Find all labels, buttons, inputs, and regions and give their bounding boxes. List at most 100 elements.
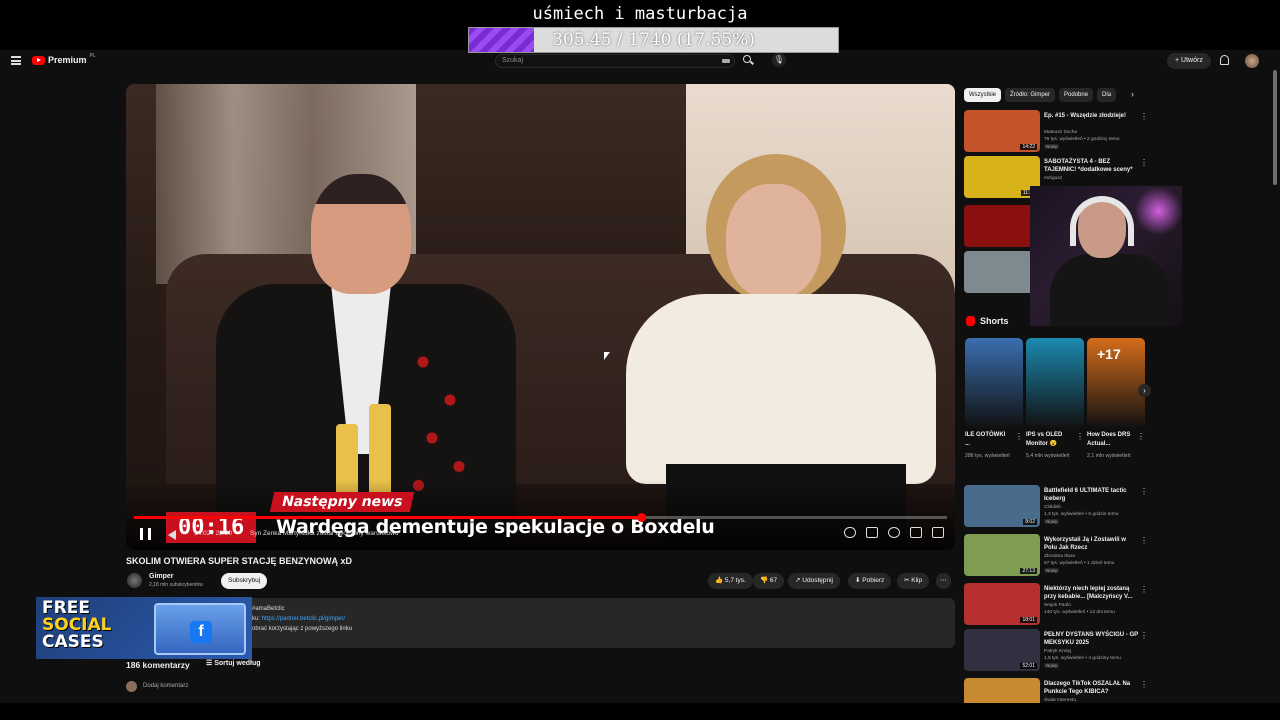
- more-options-icon[interactable]: ⋮: [1140, 631, 1148, 640]
- more-options-icon[interactable]: ⋮: [1076, 432, 1084, 441]
- pause-icon[interactable]: [140, 528, 151, 540]
- video-title[interactable]: Battlefield 6 ULTIMATE tactic Iceberg: [1044, 487, 1139, 503]
- overlay-progress-text: 305.45 / 1740 (17.55%): [552, 30, 755, 50]
- channel-name[interactable]: Childish: [1044, 504, 1061, 511]
- like-button[interactable]: 👍 5,7 tys.: [708, 573, 753, 589]
- youtube-logo[interactable]: Premium PL: [32, 53, 96, 65]
- ad-line: CASES: [42, 632, 104, 652]
- video-thumbnail[interactable]: 11:37: [964, 156, 1040, 198]
- subtitles-icon[interactable]: [866, 527, 878, 538]
- video-thumbnail[interactable]: 18:01: [964, 583, 1040, 625]
- video-meta: 1,6 tys. wyświetleń • 4 godziny temu: [1044, 656, 1121, 661]
- recommended-video[interactable]: 52:01 PEŁNY DYSTANS WYŚCIGU - GP MEKSYKU …: [964, 629, 1149, 673]
- video-thumbnail[interactable]: [964, 205, 1040, 247]
- video-player[interactable]: Następny news 00:16 Wardęga dementuje sp…: [126, 84, 955, 550]
- search-icon[interactable]: [743, 55, 751, 63]
- share-button[interactable]: ↗ Udostępnij: [788, 573, 840, 589]
- user-avatar: [126, 681, 137, 692]
- chip-source[interactable]: Źródło: Gimper: [1005, 88, 1056, 102]
- description-link[interactable]: https://partner.betclic.pl/gimper/: [262, 616, 345, 622]
- add-comment-input[interactable]: Dodaj komentarz: [143, 683, 188, 689]
- next-news-badge: Następny news: [269, 492, 415, 512]
- short-title[interactable]: ILE GOTÓWKI ...: [965, 431, 1011, 449]
- video-thumbnail[interactable]: 27:13: [964, 534, 1040, 576]
- page-scrollbar[interactable]: [1273, 70, 1277, 185]
- short-thumbnail[interactable]: +17: [1087, 338, 1145, 428]
- more-options-icon[interactable]: ⋮: [1140, 487, 1148, 496]
- video-title[interactable]: Niektórzy niech lepiej zostaną przy keba…: [1044, 585, 1139, 601]
- more-options-icon[interactable]: ⋮: [1140, 680, 1148, 689]
- channel-name[interactable]: Zbrodnia Ikara: [1044, 553, 1075, 560]
- channel-name[interactable]: mZigusz: [1044, 175, 1062, 182]
- channel-subscribers: 2,18 mln subskrybentów: [149, 582, 203, 588]
- short-title[interactable]: IPS vs OLED Monitor 😮: [1026, 431, 1072, 449]
- search-input[interactable]: Szukaj: [495, 54, 735, 68]
- video-title[interactable]: Wykorzystali Ją i Zostawili w Polu Jak R…: [1044, 536, 1139, 552]
- microphone-icon[interactable]: 🎙: [772, 53, 786, 67]
- youtube-play-icon: [32, 55, 45, 65]
- more-options-icon[interactable]: ⋮: [1140, 158, 1148, 167]
- video-title[interactable]: PEŁNY DYSTANS WYŚCIGU - GP MEKSYKU 2025: [1044, 631, 1139, 647]
- channel-name[interactable]: Wujek Paolo: [1044, 602, 1071, 609]
- description-line: obrać korzystając z powyższego linku: [252, 626, 353, 632]
- video-progress-bar[interactable]: [134, 513, 947, 522]
- short-thumbnail[interactable]: [965, 338, 1023, 428]
- video-thumbnail[interactable]: 8:02: [964, 485, 1040, 527]
- recommended-video[interactable]: 27:13 Wykorzystali Ją i Zostawili w Polu …: [964, 534, 1149, 578]
- chip-similar[interactable]: Podobne: [1059, 88, 1094, 102]
- dislike-button[interactable]: 👎 67: [753, 573, 785, 589]
- recommended-video[interactable]: 14:22 Ep. #15 - Wszędzie złodzieje! Mateus…: [964, 110, 1149, 154]
- channel-avatar[interactable]: [127, 573, 142, 588]
- more-options-icon[interactable]: ⋮: [1140, 585, 1148, 594]
- more-options-icon[interactable]: ⋮: [1140, 112, 1148, 121]
- overlay-progress-bar: 305.45 / 1740 (17.55%): [468, 27, 839, 53]
- comments-count: 186 komentarzy: [126, 660, 190, 670]
- channel-name[interactable]: Gimper: [149, 573, 174, 580]
- short-title[interactable]: How Does DRS Actual...: [1087, 431, 1133, 449]
- chevron-right-icon[interactable]: ›: [1131, 89, 1134, 99]
- more-options-icon[interactable]: ⋮: [1140, 536, 1148, 545]
- download-button[interactable]: ⬇ Pobierz: [848, 573, 892, 589]
- channel-name[interactable]: Patryk Krutyj: [1044, 648, 1071, 655]
- video-duration: 52:01: [1020, 663, 1037, 669]
- miniplayer-icon[interactable]: [910, 527, 922, 538]
- time-display: 14:02 / 22:30: [194, 530, 232, 537]
- channel-name[interactable]: Mateusz Socha: [1044, 129, 1077, 136]
- more-options-icon[interactable]: ⋮: [1015, 432, 1023, 441]
- volume-icon[interactable]: [168, 530, 176, 540]
- keyboard-icon[interactable]: [722, 59, 730, 63]
- video-title[interactable]: Dlaczego TikTok OSZALAŁ Na Punkcie Tego …: [1044, 680, 1139, 696]
- chip-all[interactable]: Wszystkie: [964, 88, 1001, 102]
- settings-gear-icon[interactable]: [888, 527, 900, 538]
- more-options-icon[interactable]: ⋮: [1137, 432, 1145, 441]
- video-thumbnail[interactable]: 14:22: [964, 110, 1040, 152]
- account-avatar[interactable]: [1245, 54, 1259, 68]
- description-line: #amaBetclic: [252, 606, 285, 612]
- hamburger-menu-icon[interactable]: [11, 56, 21, 65]
- recommended-video[interactable]: 18:01 Niektórzy niech lepiej zostaną przy…: [964, 583, 1149, 627]
- video-thumbnail[interactable]: [964, 251, 1040, 293]
- video-title[interactable]: Ep. #15 - Wszędzie złodzieje!: [1044, 112, 1139, 120]
- notifications-bell-icon[interactable]: [1220, 55, 1229, 65]
- headphones-icon: [1070, 196, 1134, 246]
- clip-label: Klip: [911, 577, 923, 584]
- video-title[interactable]: SABOTAŻYSTA 4 - BEZ TAJEMNIC! *dodatkowe…: [1044, 158, 1139, 174]
- sort-button[interactable]: ☰ Sortuj według: [206, 659, 261, 667]
- subscribe-button[interactable]: Subskrybuj: [221, 573, 268, 589]
- short-thumbnail[interactable]: [1026, 338, 1084, 428]
- autoplay-toggle-icon[interactable]: [844, 527, 856, 538]
- recommended-video[interactable]: 8:02 Battlefield 6 ULTIMATE tactic Iceber…: [964, 485, 1149, 529]
- short-views: 5,4 mln wyświetleń: [1026, 453, 1070, 459]
- download-label: Pobierz: [862, 577, 885, 584]
- ad-overlay[interactable]: f FREE SOCIAL CASES: [36, 597, 252, 659]
- shorts-next-icon[interactable]: ›: [1138, 384, 1151, 397]
- clip-button[interactable]: ✂ Klip: [897, 573, 930, 589]
- more-actions-icon[interactable]: ⋯: [936, 573, 951, 589]
- fullscreen-icon[interactable]: [932, 527, 944, 538]
- video-meta: 140 tys. wyświetleń • 12 dni temu: [1044, 610, 1115, 615]
- chapter-title[interactable]: Syn Zenka Martyniuka został zwolniony wa…: [250, 530, 398, 537]
- video-thumbnail[interactable]: 52:01: [964, 629, 1040, 671]
- create-button[interactable]: + Utwórz: [1167, 53, 1211, 69]
- chip-for-you[interactable]: Dla: [1097, 88, 1117, 102]
- screen: uśmiech i masturbacja 305.45 / 1740 (17.…: [0, 0, 1280, 720]
